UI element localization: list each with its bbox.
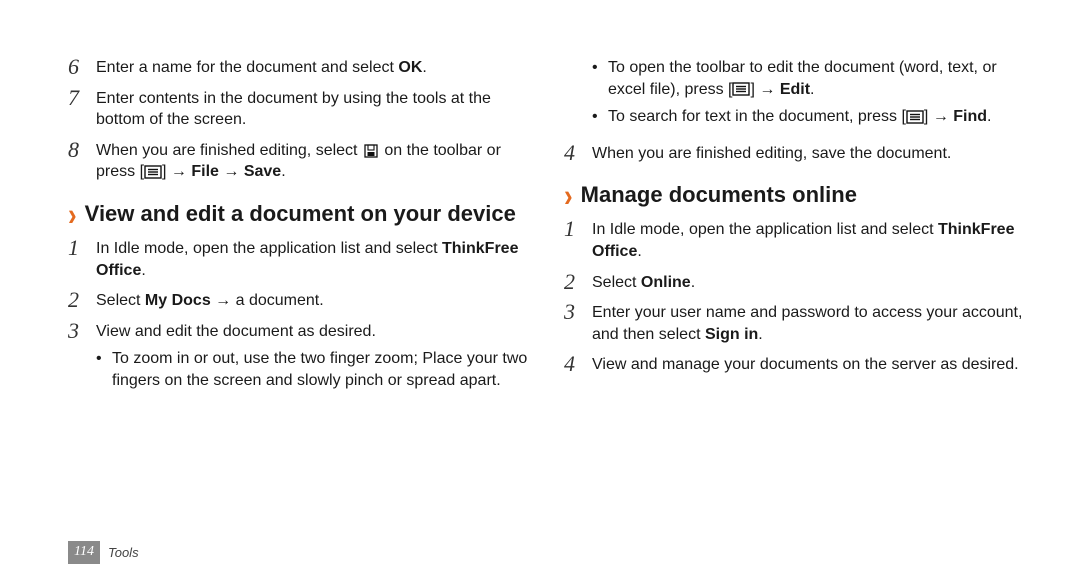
- step: 3View and edit the document as desired. T…: [68, 320, 528, 398]
- left-column: 6Enter a name for the document and selec…: [68, 56, 528, 566]
- heading-text: Manage documents online: [581, 182, 857, 208]
- step: 2Select My Docs → a document.: [68, 289, 528, 312]
- sub-item: To search for text in the document, pres…: [592, 106, 1024, 128]
- step-number: 3: [564, 301, 592, 323]
- text: View and edit the document as desired.: [96, 323, 376, 340]
- step-number: 8: [68, 139, 96, 161]
- text: ] →: [750, 81, 779, 98]
- bold-text: My Docs: [145, 292, 211, 309]
- step-body: Enter your user name and password to acc…: [592, 301, 1024, 345]
- step: 1In Idle mode, open the application list…: [564, 218, 1024, 262]
- bold-text: File: [191, 163, 219, 180]
- text: When you are finished editing, select: [96, 142, 362, 159]
- text: In Idle mode, open the application list …: [96, 240, 442, 257]
- bold-text: Save: [244, 163, 281, 180]
- bold-text: Sign in: [705, 326, 758, 343]
- text: →: [219, 163, 244, 180]
- heading-text: View and edit a document on your device: [85, 201, 516, 227]
- menu-icon: [144, 165, 162, 179]
- step: 2Select Online.: [564, 271, 1024, 294]
- bold-text: OK: [398, 59, 422, 76]
- step-number: 4: [564, 353, 592, 375]
- page-number: 114: [68, 541, 100, 564]
- continued-sublist: To open the toolbar to edit the document…: [592, 57, 1024, 128]
- bold-text: Find: [953, 108, 987, 125]
- right-column: To open the toolbar to edit the document…: [564, 56, 1024, 566]
- text: ] →: [162, 163, 191, 180]
- text: .: [691, 274, 695, 291]
- prev-steps-block: 6Enter a name for the document and selec…: [68, 56, 528, 183]
- text: Enter your user name and password to acc…: [592, 304, 1022, 343]
- section-label: Tools: [108, 544, 139, 562]
- bold-text: Online: [641, 274, 691, 291]
- step-body: Select My Docs → a document.: [96, 289, 528, 312]
- continued-sublist-wrap: To open the toolbar to edit the document…: [564, 56, 1024, 134]
- text: Select: [592, 274, 641, 291]
- page-footer: 114 Tools: [68, 541, 139, 564]
- left-steps-block: 1In Idle mode, open the application list…: [68, 237, 528, 398]
- chevron-right-icon: ›: [564, 180, 573, 211]
- step-number: 1: [564, 218, 592, 240]
- text: ] →: [924, 108, 953, 125]
- sub-item: To open the toolbar to edit the document…: [592, 57, 1024, 100]
- sub-item: To zoom in or out, use the two finger zo…: [96, 348, 528, 391]
- bold-text: Edit: [780, 81, 810, 98]
- text: To search for text in the document, pres…: [608, 108, 906, 125]
- text: .: [422, 59, 426, 76]
- menu-icon: [906, 110, 924, 124]
- menu-icon: [732, 82, 750, 96]
- step-body: Enter contents in the document by using …: [96, 87, 528, 131]
- step-body: Enter a name for the document and select…: [96, 56, 528, 79]
- step-number: 4: [564, 142, 592, 164]
- step: 8When you are finished editing, select o…: [68, 139, 528, 183]
- save-icon: [362, 144, 380, 158]
- text: .: [281, 163, 285, 180]
- step-body: When you are finished editing, save the …: [592, 142, 1024, 165]
- section-heading-view-edit: › View and edit a document on your devic…: [68, 201, 528, 227]
- text: .: [758, 326, 762, 343]
- text: → a document.: [211, 292, 324, 309]
- step-body: When you are finished editing, select on…: [96, 139, 528, 183]
- text: .: [141, 262, 145, 279]
- step-body: View and manage your documents on the se…: [592, 353, 1024, 376]
- text: .: [987, 108, 991, 125]
- sublist: To zoom in or out, use the two finger zo…: [96, 348, 528, 391]
- text: To zoom in or out, use the two finger zo…: [112, 350, 527, 389]
- section-heading-manage-online: › Manage documents online: [564, 182, 1024, 208]
- text: .: [637, 243, 641, 260]
- text: When you are finished editing, save the …: [592, 145, 951, 162]
- step-body: In Idle mode, open the application list …: [96, 237, 528, 281]
- step: 6Enter a name for the document and selec…: [68, 56, 528, 79]
- text: Enter a name for the document and select: [96, 59, 398, 76]
- step-body: View and edit the document as desired. To…: [96, 320, 528, 398]
- step: 1In Idle mode, open the application list…: [68, 237, 528, 281]
- text: In Idle mode, open the application list …: [592, 221, 938, 238]
- step-number: 7: [68, 87, 96, 109]
- continued-step-4: 4When you are finished editing, save the…: [564, 142, 1024, 165]
- right-steps-block: 1In Idle mode, open the application list…: [564, 218, 1024, 376]
- manual-page: 6Enter a name for the document and selec…: [0, 0, 1080, 586]
- step-number: 1: [68, 237, 96, 259]
- chevron-right-icon: ›: [68, 198, 77, 229]
- step: 4View and manage your documents on the s…: [564, 353, 1024, 376]
- step: 4When you are finished editing, save the…: [564, 142, 1024, 165]
- step-number: 2: [564, 271, 592, 293]
- step-number: 3: [68, 320, 96, 342]
- text: .: [810, 81, 814, 98]
- step: 3Enter your user name and password to ac…: [564, 301, 1024, 345]
- text: Select: [96, 292, 145, 309]
- step-body: In Idle mode, open the application list …: [592, 218, 1024, 262]
- text: Enter contents in the document by using …: [96, 90, 491, 129]
- step-number: 2: [68, 289, 96, 311]
- step-number: 6: [68, 56, 96, 78]
- text: View and manage your documents on the se…: [592, 356, 1019, 373]
- step-body: Select Online.: [592, 271, 1024, 294]
- step: 7Enter contents in the document by using…: [68, 87, 528, 131]
